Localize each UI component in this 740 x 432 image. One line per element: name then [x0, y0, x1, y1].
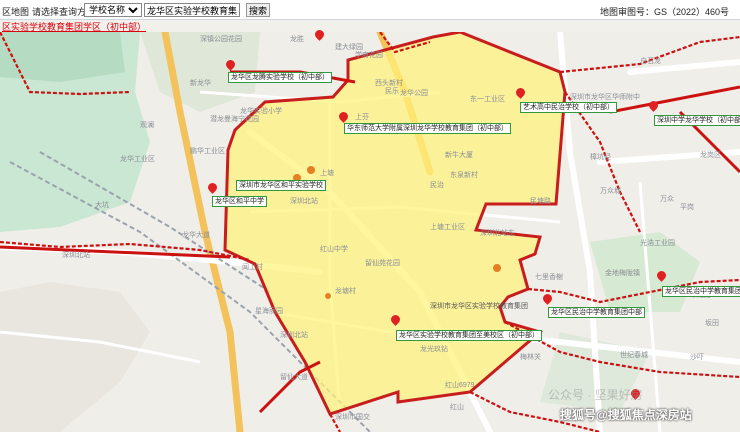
- map-label: 世纪春城: [620, 352, 648, 359]
- poi-label-art-high[interactable]: 艺术高中民治学校（初中部）: [520, 102, 617, 113]
- map-label: 樟坑径: [590, 154, 611, 161]
- map-label: 新龙华: [190, 80, 211, 87]
- map-label: 学府花园: [355, 52, 383, 59]
- watermark-wechat: 公众号 · 坚果好房: [548, 388, 643, 402]
- map-label: 深圳市国交: [335, 414, 370, 421]
- map-label: 龙胜: [290, 36, 304, 43]
- poi-label-heping-exp[interactable]: 深圳市龙华区和平实验学校: [236, 180, 326, 191]
- map-label: 龙华工业区: [120, 156, 155, 163]
- map-label: 民塘路: [530, 198, 551, 205]
- map-label: 大坑: [95, 202, 109, 209]
- forest-patch: [0, 32, 125, 82]
- map-label: 民治: [430, 182, 444, 189]
- map-label: 深镇公园花园: [200, 36, 242, 43]
- map-label: 沙吓: [690, 354, 704, 361]
- poi-label-exp-group: 深圳市龙华区实验学校教育集团: [430, 303, 528, 310]
- map-label: 龙华大道: [182, 232, 210, 239]
- map-label: 万众城: [600, 188, 621, 195]
- poi-label-minzhi-mid[interactable]: 龙华区民治中学教育集团中部: [548, 307, 645, 318]
- poi-label-huashi[interactable]: 华东师范大学附属深圳龙华学校教育集团（初中部）: [344, 123, 511, 134]
- watermark-sohu: 搜狐号@搜狐焦点深房站: [560, 408, 692, 422]
- map-label: 上塘: [320, 170, 334, 177]
- map-label: 万众: [660, 196, 674, 203]
- map-label: 龙塘村: [335, 288, 356, 295]
- map-label: 坂田: [705, 320, 719, 327]
- map-label: 红山中学: [320, 246, 348, 253]
- map-label: 金地梅陇镇: [605, 270, 640, 277]
- toolbar: 区地图 请选择查询方式: 学校名称 搜索 地图审图号：GS（2022）460号: [0, 0, 740, 20]
- map-label: 七里香榭: [535, 274, 563, 281]
- map-label: 龙华实验小学: [240, 108, 282, 115]
- map-label: 龙岗区: [700, 152, 721, 159]
- map-label: 光浩工业园: [640, 240, 675, 247]
- metro-dot: [325, 293, 331, 299]
- metro-dot: [493, 264, 501, 272]
- poi-label-zhimei[interactable]: 龙华区实验学校教育集团至美校区（初中部）: [396, 330, 542, 341]
- poi-label-minzhi-junior[interactable]: 龙华区民治中学教育集团初中部: [662, 286, 740, 297]
- map-label: 龙华公园: [400, 90, 428, 97]
- map-label: 深圳北站: [62, 252, 90, 259]
- map-label: 红山6979: [445, 382, 475, 389]
- search-input[interactable]: [144, 3, 240, 17]
- map-label: 观澜: [140, 122, 154, 129]
- metro-dot: [307, 166, 315, 174]
- map-label: 龙光玖钻: [420, 346, 448, 353]
- poi-label-szhs-longhua[interactable]: 深圳中学龙华学校（初中部）: [654, 115, 740, 126]
- search-button[interactable]: 搜索: [246, 3, 270, 17]
- map-label: 上塘工业区: [430, 224, 465, 231]
- map-label: 留仙大道: [280, 374, 308, 381]
- map-label: 星海丽园: [255, 308, 283, 315]
- map-label: 深圳市龙华区华师附中: [570, 94, 640, 101]
- map-label: 闻上村: [242, 264, 263, 271]
- poi-label-heping-middle[interactable]: 龙华区和平中学: [212, 196, 267, 207]
- map-label: 深圳北站东: [480, 230, 515, 237]
- map-label: 新牛大厦: [445, 152, 473, 159]
- review-number: 地图审图号：GS（2022）460号: [600, 7, 730, 17]
- map-label: 深圳北站: [280, 332, 308, 339]
- map-label: 上芬: [355, 114, 369, 121]
- map-label: 平岗: [680, 204, 694, 211]
- map-label: 东一工业区: [470, 96, 505, 103]
- map-label: 深圳北站: [290, 198, 318, 205]
- map-label: 东泉新村: [450, 172, 478, 179]
- map-label: 梅林关: [520, 354, 541, 361]
- map-label: 民乐: [385, 88, 399, 95]
- poi-label-longteng[interactable]: 龙华区龙腾实验学校（初中部）: [228, 72, 332, 83]
- map-label: 红山: [450, 404, 464, 411]
- menu-label[interactable]: 区地图: [2, 5, 29, 18]
- map-label: 留仙苑花园: [365, 260, 400, 267]
- mode-select[interactable]: 学校名称: [84, 3, 142, 17]
- map-label: 鹏华工业区: [190, 148, 225, 155]
- map-label: 白石龙: [640, 58, 661, 65]
